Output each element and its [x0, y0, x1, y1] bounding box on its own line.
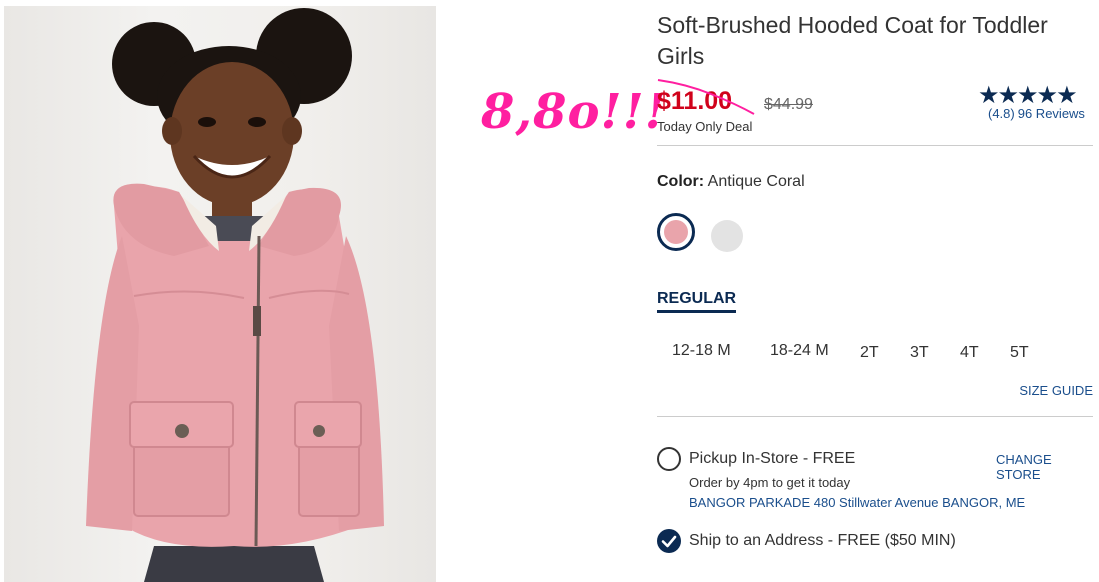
store-address-link[interactable]: BANGOR PARKADE 480 Stillwater Avenue BAN… — [689, 495, 1025, 510]
divider — [657, 145, 1093, 146]
tab-regular[interactable]: REGULAR — [657, 290, 737, 313]
swatch-light-gray[interactable] — [711, 220, 743, 252]
reviews-count: 96 Reviews — [1017, 106, 1085, 121]
rating-stars[interactable]: ★★★★★ — [978, 84, 1078, 108]
size-option[interactable]: 3T — [910, 344, 929, 362]
size-option[interactable]: 18-24 M — [770, 342, 829, 360]
change-store-link[interactable]: CHANGE STORE — [996, 452, 1099, 482]
handwritten-price-note: 8,8o!!! — [481, 84, 667, 140]
size-option[interactable]: 12-18 M — [672, 342, 731, 360]
swatch-antique-coral[interactable] — [657, 213, 695, 251]
ship-label[interactable]: Ship to an Address - FREE ($50 MIN) — [689, 532, 956, 550]
swatch-fill — [664, 220, 688, 244]
ship-radio-checked[interactable] — [657, 529, 681, 553]
pickup-order-note: Order by 4pm to get it today — [689, 475, 851, 490]
size-guide-link[interactable]: SIZE GUIDE — [1019, 383, 1093, 398]
size-option[interactable]: 4T — [960, 344, 979, 362]
divider — [657, 416, 1093, 417]
deal-label: Today Only Deal — [657, 119, 753, 134]
original-price: $44.99 — [764, 96, 813, 113]
rating-score: (4.8) — [988, 106, 1015, 121]
size-option[interactable]: 5T — [1010, 344, 1029, 362]
size-option[interactable]: 2T — [860, 344, 879, 362]
strikethrough-scribble — [657, 79, 755, 115]
product-title: Soft-Brushed Hooded Coat for Toddler Gir… — [657, 12, 1048, 69]
color-label-key: Color: — [657, 173, 705, 190]
color-label: Color: Antique Coral — [657, 173, 805, 191]
checkmark-icon — [661, 535, 677, 548]
reviews-link[interactable]: (4.8) 96 Reviews — [988, 106, 1088, 121]
color-value: Antique Coral — [707, 173, 805, 190]
pickup-radio[interactable] — [657, 447, 681, 471]
product-image[interactable] — [4, 6, 436, 582]
pickup-label[interactable]: Pickup In-Store - FREE — [689, 450, 855, 468]
